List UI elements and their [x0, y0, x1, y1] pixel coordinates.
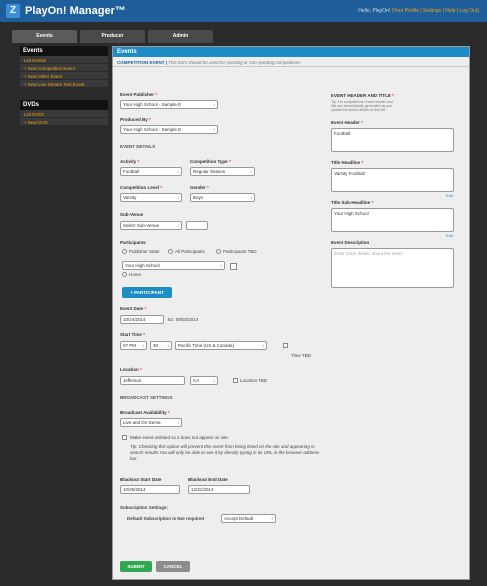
event-header-label: Event Header * — [331, 120, 363, 125]
activity-label: Activity * — [120, 159, 140, 164]
event-description-label: Event Description — [331, 240, 370, 245]
unlisted-label: Make event unlisted so it does not appea… — [130, 435, 230, 440]
blackout-end-input[interactable]: 12/31/2014 — [188, 485, 250, 494]
location-state-select[interactable]: CA — [190, 376, 218, 385]
sidebar-dvds-title: DVDs — [20, 100, 108, 110]
sidebar-events-group: Events List Events + New Competition Eve… — [20, 46, 108, 88]
sidebar-item-new-live-stream-test[interactable]: + New Live Stream Test Event — [20, 80, 108, 88]
event-date-input[interactable]: 10/24/2014 — [120, 315, 164, 324]
accept-default-select[interactable]: Accept Default — [221, 514, 276, 523]
main-tabs: Events Producer Admin — [12, 30, 216, 43]
event-publisher-label: Event Publisher * — [120, 92, 158, 97]
produced-by-label: Produced By * — [120, 117, 151, 122]
gender-select[interactable]: Boys — [190, 193, 255, 202]
app-title: PlayOn! Manager™ — [25, 5, 126, 17]
event-description-textarea[interactable]: Enter more details about the event — [331, 248, 454, 288]
sidebar-item-new-dvd[interactable]: + New DVD — [20, 118, 108, 126]
event-date-hint: Ex: 09/02/2014 — [168, 317, 199, 322]
broadcast-settings-heading: BROADCAST SETTINGS — [120, 395, 173, 400]
competition-type-select[interactable]: Regular Season — [190, 167, 255, 176]
all-participants-label: All Participants — [175, 249, 205, 254]
location-tbd-label: Location TBD — [240, 378, 268, 383]
form-type-note: This form should be used for sporting or… — [168, 60, 301, 65]
location-label: Location * — [120, 367, 142, 372]
publisher-state-label: Publisher State — [129, 249, 160, 254]
participants-tbd-label: Participants TBD — [223, 249, 257, 254]
user-links[interactable]: (Your Profile | Settings | Help | Log Ou… — [392, 8, 479, 14]
sidebar-item-new-other-event[interactable]: + New Other Event — [20, 72, 108, 80]
blackout-end-label: Blackout End Date — [188, 477, 228, 482]
unlisted-checkbox[interactable] — [122, 435, 127, 440]
sub-venue-select[interactable]: Select Sub-Venue — [120, 221, 182, 230]
location-city-input[interactable]: Jefferson — [120, 376, 185, 385]
submit-button[interactable]: SUBMIT — [120, 561, 152, 572]
competition-level-label: Competition Level * — [120, 185, 163, 190]
cancel-button[interactable]: CANCEL — [156, 561, 190, 572]
user-info: Hello, PlayOn! (Your Profile | Settings … — [358, 8, 479, 14]
event-form-panel: Events COMPETITION EVENT | This form sho… — [112, 46, 470, 580]
home-radio[interactable] — [122, 272, 127, 277]
tab-producer[interactable]: Producer — [80, 30, 145, 43]
title-headline-label: Title Headline * — [331, 160, 364, 165]
tab-events[interactable]: Events — [12, 30, 77, 43]
blackout-start-input[interactable]: 10/25/2014 — [120, 485, 180, 494]
time-tbd-label: Time TBD — [291, 353, 312, 358]
event-date-label: Event Date * — [120, 306, 147, 311]
sidebar-events-title: Events — [20, 46, 108, 56]
sidebar: Events List Events + New Competition Eve… — [20, 46, 108, 138]
time-tbd-checkbox[interactable] — [283, 343, 288, 348]
participant-remove-icon[interactable] — [230, 263, 237, 270]
title-sub-headline-label: Title Sub-Headline * — [331, 200, 374, 205]
sidebar-item-list-dvds[interactable]: List DVDs — [20, 110, 108, 118]
form-type-title: COMPETITION EVENT — [117, 60, 165, 65]
competition-level-select[interactable]: Varsity — [120, 193, 182, 202]
tab-admin[interactable]: Admin — [148, 30, 213, 43]
timezone-select[interactable]: Pacific Time (US & Canada) — [175, 341, 267, 350]
event-publisher-select[interactable]: Your High School - Sample E — [120, 100, 218, 109]
activity-select[interactable]: Football — [120, 167, 182, 176]
home-label: Home — [129, 272, 142, 277]
event-details-heading: EVENT DETAILS — [120, 144, 156, 149]
gender-label: Gender * — [190, 185, 209, 190]
start-hour-select[interactable]: 07 PM — [120, 341, 147, 350]
default-subscription-text: Default Subscription is Not required — [127, 516, 205, 521]
sidebar-item-new-competition-event[interactable]: + New Competition Event — [20, 64, 108, 72]
sub-venue-extra-input[interactable] — [186, 221, 208, 230]
user-greeting: Hello, PlayOn! — [358, 8, 391, 14]
top-bar: Z PlayOn! Manager™ Hello, PlayOn! (Your … — [0, 0, 487, 22]
add-participant-button[interactable]: + PARTICIPANT — [122, 287, 172, 298]
participants-tbd-radio[interactable] — [216, 249, 221, 254]
title-headline-edit-link[interactable]: Edit — [446, 193, 453, 198]
participant-select[interactable]: Your High School — [122, 261, 225, 270]
start-time-label: Start Time * — [120, 332, 145, 337]
broadcast-availability-select[interactable]: Live and On Dema — [120, 418, 182, 427]
title-sub-headline-textarea[interactable]: Your High School — [331, 208, 454, 232]
header-tip-text: Tip: For competitions, event header and … — [331, 100, 393, 112]
participants-label: Participants — [120, 240, 146, 245]
produced-by-select[interactable]: Your High School - Sample E — [120, 125, 218, 134]
sidebar-item-list-events[interactable]: List Events — [20, 56, 108, 64]
unlisted-tip: Tip: Checking this option will prevent t… — [130, 444, 320, 461]
playon-logo-icon: Z — [6, 4, 20, 18]
blackout-start-label: Blackout Start Date — [120, 477, 162, 482]
form-subheader: COMPETITION EVENT | This form should be … — [113, 57, 469, 67]
location-tbd-checkbox[interactable] — [233, 378, 238, 383]
all-participants-radio[interactable] — [168, 249, 173, 254]
publisher-state-radio[interactable] — [122, 249, 127, 254]
title-headline-textarea[interactable]: Varsity Football — [331, 168, 454, 192]
sidebar-dvds-group: DVDs List DVDs + New DVD — [20, 100, 108, 126]
start-minute-select[interactable]: 30 — [150, 341, 172, 350]
event-header-title-heading: EVENT HEADER AND TITLE * — [331, 93, 394, 98]
subscription-settings-heading: Subscription Settings: — [120, 505, 169, 510]
competition-type-label: Competition Type * — [190, 159, 231, 164]
event-header-textarea[interactable]: Football — [331, 128, 454, 152]
panel-header: Events — [113, 47, 469, 57]
sub-venue-label: Sub-Venue — [120, 212, 144, 217]
title-sub-headline-edit-link[interactable]: Edit — [446, 233, 453, 238]
broadcast-availability-label: Broadcast Availability * — [120, 410, 170, 415]
